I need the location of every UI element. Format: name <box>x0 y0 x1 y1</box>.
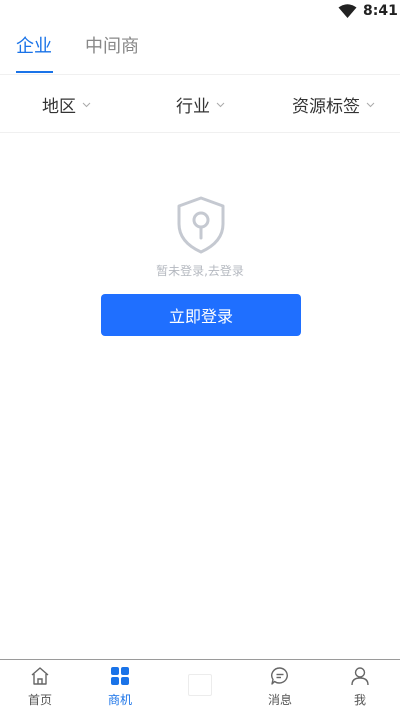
nav-me-label: 我 <box>353 693 366 707</box>
bottom-nav: 首页 商机 消息 我 <box>0 659 400 710</box>
wifi-icon <box>338 4 357 18</box>
login-button[interactable]: 立即登录 <box>101 294 301 336</box>
filter-industry-label: 行业 <box>176 97 210 117</box>
chevron-down-icon <box>216 102 225 108</box>
tab-intermediary[interactable]: 中间商 <box>85 32 139 58</box>
active-tab-indicator <box>16 71 53 73</box>
filter-resource-tags-label: 资源标签 <box>292 97 360 117</box>
not-logged-in-text[interactable]: 暂未登录,去登录 <box>0 262 400 279</box>
message-icon <box>271 667 288 685</box>
home-icon <box>31 667 49 685</box>
blank-icon[interactable] <box>188 674 212 696</box>
divider <box>0 132 400 133</box>
filter-region-label: 地区 <box>42 97 76 117</box>
chevron-down-icon <box>82 102 91 108</box>
filter-resource-tags[interactable]: 资源标签 <box>292 92 375 117</box>
filter-region[interactable]: 地区 <box>42 92 91 117</box>
filter-bar: 地区 行业 资源标签 <box>0 75 400 132</box>
user-icon <box>351 667 369 686</box>
nav-opportunities[interactable]: 商机 <box>80 660 160 710</box>
nav-me[interactable]: 我 <box>320 660 400 710</box>
nav-opportunities-label: 商机 <box>107 693 132 707</box>
nav-home-label: 首页 <box>27 693 52 707</box>
nav-home[interactable]: 首页 <box>0 660 80 710</box>
nav-messages[interactable]: 消息 <box>240 660 320 710</box>
shield-lock-icon <box>177 196 225 254</box>
grid-icon <box>111 667 129 685</box>
status-time: 8:41 <box>363 3 398 19</box>
tab-enterprise[interactable]: 企业 <box>16 32 52 58</box>
nav-messages-label: 消息 <box>267 693 292 707</box>
status-bar: 8:41 <box>0 0 400 24</box>
chevron-down-icon <box>366 102 375 108</box>
filter-industry[interactable]: 行业 <box>176 92 225 117</box>
top-tabs: 企业 中间商 <box>0 24 400 74</box>
